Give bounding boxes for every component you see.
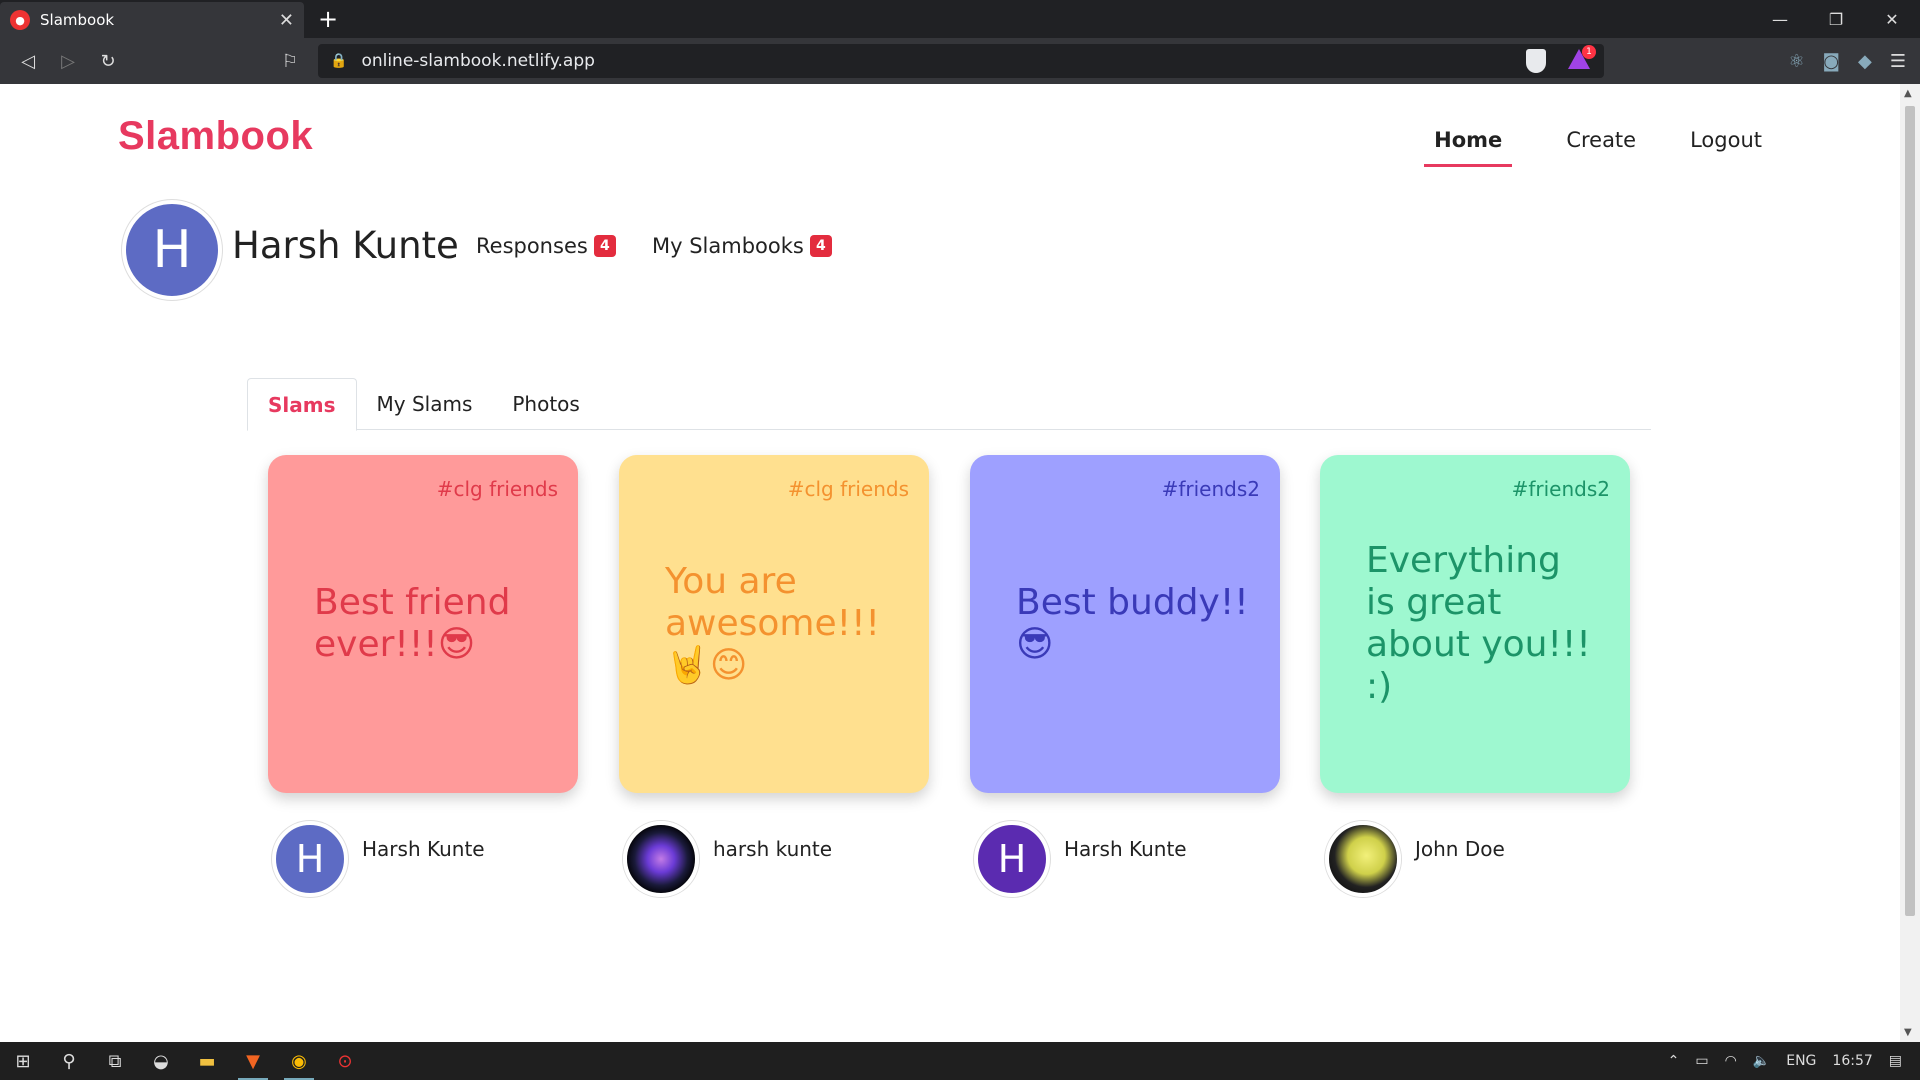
slam-card-message: Everything is great about you!!! :)	[1366, 540, 1591, 707]
slam-author: H Harsh Kunte	[974, 821, 1187, 897]
my-slambooks-link[interactable]: My Slambooks 4	[652, 234, 832, 258]
slam-card[interactable]: #friends2 Everything is great about you!…	[1320, 455, 1630, 793]
tab-my-slams[interactable]: My Slams	[357, 378, 493, 430]
back-icon[interactable]: ◁	[8, 41, 48, 81]
slam-card-message: Best friend ever!!!😎	[314, 582, 511, 665]
notifications-icon[interactable]: ▤	[1889, 1053, 1902, 1069]
pocket-icon[interactable]: ◙	[1823, 51, 1840, 72]
brave-shield-icon[interactable]	[1526, 49, 1546, 73]
rewards-badge: 1	[1582, 45, 1596, 59]
brave-browser-icon[interactable]: ▼	[230, 1042, 276, 1080]
slam-author: John Doe	[1325, 821, 1505, 897]
close-window-icon[interactable]: ✕	[1864, 0, 1920, 38]
scroll-down-icon[interactable]: ▼	[1904, 1027, 1912, 1038]
forward-icon[interactable]: ▷	[48, 41, 88, 81]
slam-card-message: You are awesome!!! 🤘😊	[665, 561, 880, 686]
new-tab-icon[interactable]: +	[318, 5, 338, 33]
my-slambooks-label: My Slambooks	[652, 234, 804, 258]
slam-card[interactable]: #friends2 Best buddy!! 😎	[970, 455, 1280, 793]
reload-icon[interactable]: ↻	[88, 41, 128, 81]
lock-icon: 🔒	[330, 53, 348, 69]
tab-photos[interactable]: Photos	[492, 378, 599, 430]
app-icon[interactable]: ◒	[138, 1042, 184, 1080]
profile-name: Harsh Kunte	[232, 224, 459, 267]
battery-icon[interactable]: ▭	[1695, 1053, 1708, 1069]
browser-toolbar: ◁ ▷ ↻ ⚐ 🔒 online-slambook.netlify.app 1 …	[0, 38, 1920, 84]
system-tray: ⌃ ▭ ◠ 🔈 ENG 16:57 ▤	[1668, 1042, 1920, 1080]
close-tab-icon[interactable]: ✕	[279, 10, 294, 31]
minimize-icon[interactable]: —	[1752, 0, 1808, 38]
window-controls: — ❐ ✕	[1752, 0, 1920, 38]
nav-home[interactable]: Home	[1424, 128, 1513, 167]
tab-slams[interactable]: Slams	[247, 378, 357, 431]
scroll-thumb[interactable]	[1905, 106, 1915, 916]
volume-icon[interactable]: 🔈	[1753, 1053, 1770, 1069]
task-view-icon[interactable]: ⧉	[92, 1042, 138, 1080]
main-nav: Home Create Logout	[1424, 128, 1762, 167]
tray-chevron-icon[interactable]: ⌃	[1668, 1053, 1680, 1069]
chrome-icon[interactable]: ◉	[276, 1042, 322, 1080]
responses-count-badge: 4	[593, 235, 616, 257]
menu-icon[interactable]: ☰	[1890, 51, 1906, 72]
extensions-area: ⚛ ◙ ◆ ☰	[1788, 38, 1906, 84]
extension-icon[interactable]: ◆	[1858, 51, 1872, 72]
slam-author: harsh kunte	[623, 821, 832, 897]
browser-tab-strip: ● Slambook ✕ + — ❐ ✕	[0, 0, 1920, 38]
bookmark-icon[interactable]: ⚐	[270, 41, 310, 81]
site-logo[interactable]: Slambook	[118, 114, 313, 159]
my-slambooks-count-badge: 4	[809, 235, 832, 257]
address-bar[interactable]: 🔒 online-slambook.netlify.app 1	[318, 44, 1604, 78]
clock[interactable]: 16:57	[1832, 1053, 1872, 1069]
profile-avatar: H	[122, 200, 222, 300]
browser-tab[interactable]: ● Slambook ✕	[0, 2, 304, 38]
slam-card[interactable]: #clg friends Best friend ever!!!😎	[268, 455, 578, 793]
windows-start-icon[interactable]: ⊞	[0, 1042, 46, 1080]
author-avatar: H	[974, 821, 1050, 897]
responses-label: Responses	[476, 234, 588, 258]
responses-link[interactable]: Responses 4	[476, 234, 616, 258]
author-name: Harsh Kunte	[1064, 837, 1187, 861]
brave-rewards-icon[interactable]: 1	[1568, 45, 1596, 71]
author-avatar	[623, 821, 699, 897]
nav-logout[interactable]: Logout	[1690, 128, 1762, 167]
profile-tabs: Slams My Slams Photos	[247, 378, 1651, 431]
slam-author: H Harsh Kunte	[272, 821, 485, 897]
slam-card-message: Best buddy!! 😎	[1016, 582, 1249, 665]
restore-icon[interactable]: ❐	[1808, 0, 1864, 38]
scroll-up-icon[interactable]: ▲	[1904, 88, 1912, 99]
search-icon[interactable]: ⚲	[46, 1042, 92, 1080]
wifi-icon[interactable]: ◠	[1725, 1053, 1737, 1069]
slam-card[interactable]: #clg friends You are awesome!!! 🤘😊	[619, 455, 929, 793]
nav-create[interactable]: Create	[1566, 128, 1636, 167]
author-avatar: H	[272, 821, 348, 897]
page-scrollbar[interactable]: ▲ ▼	[1900, 84, 1920, 1042]
author-name: John Doe	[1415, 837, 1505, 861]
record-icon[interactable]: ⊙	[322, 1042, 368, 1080]
os-taskbar: ⊞ ⚲ ⧉ ◒ ▬ ▼ ◉ ⊙ ⌃ ▭ ◠ 🔈 ENG 16:57 ▤	[0, 1042, 1920, 1080]
tab-title: Slambook	[40, 11, 115, 29]
slambook-favicon-icon: ●	[10, 10, 30, 30]
author-name: harsh kunte	[713, 837, 833, 861]
react-devtools-icon[interactable]: ⚛	[1788, 51, 1804, 72]
author-avatar	[1325, 821, 1401, 897]
url-text: online-slambook.netlify.app	[361, 51, 595, 71]
page-content: Slambook Home Create Logout H Harsh Kunt…	[0, 84, 1900, 1042]
author-name: Harsh Kunte	[362, 837, 485, 861]
language-indicator[interactable]: ENG	[1786, 1053, 1816, 1069]
file-explorer-icon[interactable]: ▬	[184, 1042, 230, 1080]
